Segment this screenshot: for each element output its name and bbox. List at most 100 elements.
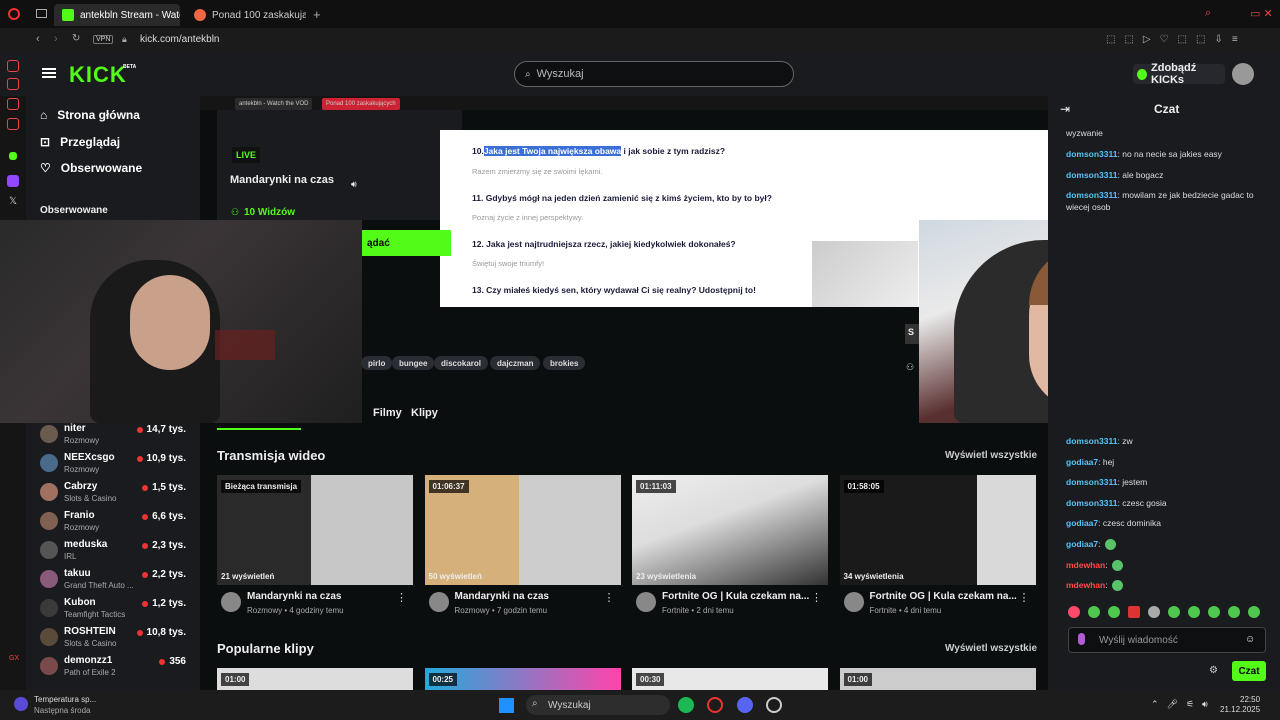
emoji-picker-icon[interactable]: ☺ — [1245, 634, 1255, 645]
back-icon[interactable]: ‹ — [36, 33, 40, 45]
chat-username[interactable]: godiaa7 — [1066, 539, 1098, 549]
tab-clips[interactable]: Klipy — [411, 407, 438, 419]
tab-article[interactable]: Ponad 100 zaskakujących — [186, 4, 306, 26]
video-title[interactable]: Fortnite OG | Kula czekam na... — [870, 591, 1020, 602]
emote-icon[interactable] — [1148, 606, 1160, 618]
chat-username[interactable]: domson3311 — [1066, 170, 1118, 180]
weather-icon[interactable] — [14, 697, 28, 711]
taskbar-search[interactable]: Wyszukaj — [526, 695, 670, 715]
tab-kick-stream[interactable]: antekbln Stream - Watch t — [54, 4, 180, 26]
opera-logo-icon[interactable] — [8, 8, 20, 20]
video-thumbnail[interactable]: 01:06:37 50 wyświetleń — [424, 475, 621, 585]
new-tab-icon[interactable]: + — [313, 7, 321, 22]
video-card[interactable]: 01:58:05 34 wyświetlenia Fortnite OG | Kul… — [839, 475, 1036, 615]
sidebar-item-browse[interactable]: ⊡ Przeglądaj — [40, 135, 120, 149]
kick-logo[interactable]: KICK — [69, 62, 127, 88]
system-tray-icons[interactable]: ⌃🎤︎⚟🔊︎ — [1151, 699, 1216, 710]
more-options-icon[interactable]: ⋮ — [604, 591, 615, 604]
mic-icon[interactable] — [1078, 633, 1085, 645]
video-thumbnail[interactable]: 01:11:03 23 wyświetlenia — [632, 475, 828, 585]
reload-icon[interactable]: ↻ — [72, 33, 80, 44]
tag-chip[interactable]: brokies — [543, 356, 586, 370]
followed-channel[interactable]: NEEXcsgo Rozmowy 10,9 tys. — [40, 452, 192, 480]
windows-start-icon[interactable] — [499, 698, 514, 713]
emote-icon[interactable] — [1108, 606, 1120, 618]
clip-card[interactable]: 01:00 — [217, 668, 413, 690]
tag-chip[interactable]: dajczman — [490, 356, 541, 370]
video-card[interactable]: Bieżąca transmisja 21 wyświetleń Mandarynk… — [217, 475, 413, 615]
followed-channel[interactable]: takuu Grand Theft Auto ... 2,2 tys. — [40, 568, 192, 596]
chat-username[interactable]: mdewhan — [1066, 560, 1105, 570]
strip-more-icon[interactable]: GX — [9, 655, 19, 662]
search-tabs-icon[interactable]: ⌕ — [1205, 7, 1211, 20]
window-controls-icon[interactable]: ▭ ✕ — [1250, 7, 1273, 20]
chat-message-input[interactable]: Wyślij wiadomość — [1068, 627, 1266, 653]
sidebar-item-following[interactable]: ♡ Obserwowane — [40, 161, 142, 175]
chat-username[interactable]: domson3311 — [1066, 477, 1118, 487]
emote-icon[interactable] — [1228, 606, 1240, 618]
clip-card[interactable]: 00:30 — [632, 668, 828, 690]
collapse-chat-icon[interactable]: ⇥ — [1060, 102, 1070, 116]
emote-icon[interactable] — [1208, 606, 1220, 618]
chat-username[interactable]: domson3311 — [1066, 498, 1118, 508]
followed-channel[interactable]: Cabrzy Slots & Casino 1,5 tys. — [40, 481, 192, 509]
discord-icon[interactable] — [737, 697, 753, 713]
channel-avatar[interactable] — [221, 592, 241, 612]
volume-icon[interactable]: 🔊︎ — [351, 179, 357, 190]
video-thumbnail[interactable]: Bieżąca transmisja 21 wyświetleń — [217, 475, 413, 585]
strip-icon-2[interactable] — [7, 78, 19, 90]
channel-avatar[interactable] — [636, 592, 656, 612]
live-preview-card[interactable] — [217, 110, 462, 220]
forward-icon[interactable]: › — [54, 33, 58, 45]
channel-avatar[interactable] — [428, 592, 449, 612]
video-thumbnail[interactable]: 01:58:05 34 wyświetlenia — [839, 475, 1036, 585]
send-chat-button[interactable]: Czat — [1232, 661, 1266, 681]
emote-icon[interactable] — [1248, 606, 1260, 618]
tag-chip[interactable]: pirlo — [361, 356, 393, 370]
toolbar-extension-icons[interactable]: ⬚⬚▷♡⬚⬚⇩≡ — [1106, 34, 1247, 45]
strip-icon-3[interactable] — [7, 98, 19, 110]
strip-icon-4[interactable] — [7, 118, 19, 130]
emote-icon[interactable] — [1068, 606, 1080, 618]
chat-username[interactable]: domson3311 — [1066, 436, 1118, 446]
twitch-strip-icon[interactable] — [7, 175, 19, 187]
videos-see-all-link[interactable]: Wyświetl wszystkie — [945, 450, 1037, 461]
kick-strip-icon[interactable] — [9, 152, 17, 160]
chat-username[interactable]: mdewhan — [1066, 580, 1105, 590]
taskbar-clock[interactable]: 22:50 21.12.2025 — [1220, 695, 1260, 715]
follow-button[interactable]: ądać — [361, 230, 451, 256]
tab-videos[interactable]: Filmy — [373, 407, 402, 419]
video-title[interactable]: Fortnite OG | Kula czekam na... — [662, 591, 812, 602]
steam-icon[interactable] — [766, 697, 782, 713]
followed-channel[interactable]: meduska IRL 2,3 tys. — [40, 539, 192, 567]
weather-widget[interactable]: Temperatura sp... Następna środa — [34, 694, 96, 716]
clips-see-all-link[interactable]: Wyświetl wszystkie — [945, 643, 1037, 654]
get-kicks-button[interactable]: Zdobądź KICKs — [1133, 62, 1225, 86]
more-options-icon[interactable]: ⋮ — [1019, 591, 1030, 604]
emote-icon[interactable] — [1128, 606, 1140, 618]
side-button[interactable]: S — [905, 324, 919, 344]
search-input[interactable]: ⌕ Wyszukaj — [514, 61, 794, 87]
emote-bar[interactable] — [1068, 606, 1260, 618]
video-category[interactable]: Fortnite — [662, 606, 689, 615]
emote-icon[interactable] — [1088, 606, 1100, 618]
strip-icon-1[interactable] — [7, 60, 19, 72]
opera-gx-icon[interactable] — [707, 697, 723, 713]
emote-icon[interactable] — [1168, 606, 1180, 618]
chat-username[interactable]: godiaa7 — [1066, 457, 1098, 467]
video-category[interactable]: Rozmowy — [455, 606, 490, 615]
channel-avatar[interactable] — [843, 592, 864, 612]
followed-channel[interactable]: demonzz1 Path of Exile 2 356 — [40, 655, 192, 683]
video-title[interactable]: Mandarynki na czas — [455, 591, 605, 602]
chat-username[interactable]: domson3311 — [1066, 190, 1118, 200]
tag-chip[interactable]: bungee — [392, 356, 435, 370]
followed-channel[interactable]: niter Rozmowy 14,7 tys. — [40, 423, 192, 451]
more-options-icon[interactable]: ⋮ — [396, 591, 407, 604]
emote-icon[interactable] — [1188, 606, 1200, 618]
clip-card[interactable]: 00:25 — [424, 668, 621, 690]
x-strip-icon[interactable]: 𝕏 — [9, 196, 17, 207]
settings-gear-icon[interactable]: ⚙ — [1209, 665, 1218, 676]
vpn-badge[interactable]: VPN — [93, 35, 114, 44]
video-title[interactable]: Mandarynki na czas — [247, 591, 397, 602]
video-card[interactable]: 01:11:03 23 wyświetlenia Fortnite OG | Kul… — [632, 475, 828, 615]
